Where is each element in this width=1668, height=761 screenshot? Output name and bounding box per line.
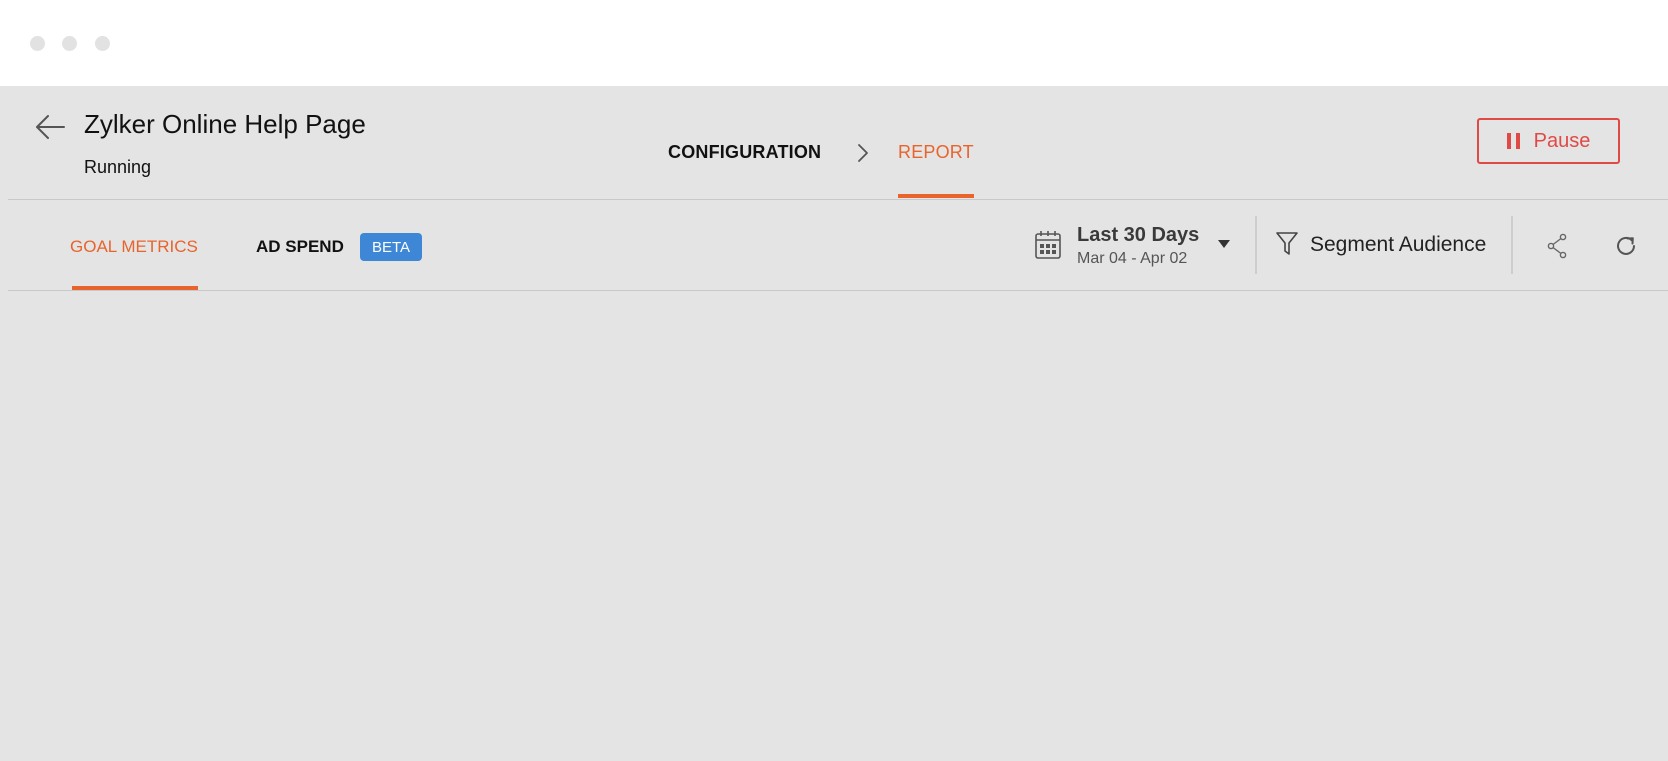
caret-down-icon	[1218, 240, 1230, 248]
step-configuration[interactable]: CONFIGURATION	[668, 142, 821, 163]
report-content-area	[0, 291, 1668, 761]
step-report-underline	[898, 194, 974, 198]
back-button[interactable]	[34, 113, 66, 141]
refresh-button[interactable]	[1613, 233, 1639, 259]
window-close-dot[interactable]	[30, 36, 45, 51]
tab-goal-metrics[interactable]: GOAL METRICS	[70, 237, 198, 257]
status-text: Running	[84, 157, 152, 177]
date-range-label: Last 30 Days	[1077, 224, 1200, 246]
date-range-dates: Mar 04 - Apr 02	[1077, 250, 1188, 267]
filter-icon	[1276, 232, 1298, 255]
toolbar-separator	[1511, 216, 1513, 274]
arrow-left-icon	[36, 115, 65, 139]
beta-badge: BETA	[360, 233, 422, 261]
pause-button[interactable]: Pause	[1477, 118, 1620, 164]
toolbar-separator	[1255, 216, 1257, 274]
segment-audience-label: Segment Audience	[1310, 233, 1487, 256]
page-title: Zylker Online Help Page	[84, 109, 366, 139]
date-range-picker[interactable]: Last 30 Days Mar 04 - Apr 02	[1032, 220, 1232, 272]
pause-button-label: Pause	[1533, 129, 1591, 152]
pause-icon	[1506, 133, 1520, 149]
page-header: Zylker Online Help Page Running CONFIGUR…	[0, 86, 1668, 200]
window-maximize-dot[interactable]	[95, 36, 110, 51]
tab-ad-spend[interactable]: AD SPEND	[256, 237, 344, 257]
report-tabs-bar: GOAL METRICS AD SPEND BETA Last 30 Days …	[0, 200, 1668, 290]
step-report[interactable]: REPORT	[898, 142, 974, 163]
refresh-icon	[1617, 236, 1635, 255]
share-icon	[1547, 233, 1567, 259]
window-minimize-dot[interactable]	[62, 36, 77, 51]
share-button[interactable]	[1545, 233, 1569, 259]
calendar-icon	[1035, 231, 1061, 259]
chevron-right-icon	[858, 144, 868, 162]
window-titlebar	[0, 0, 1668, 86]
